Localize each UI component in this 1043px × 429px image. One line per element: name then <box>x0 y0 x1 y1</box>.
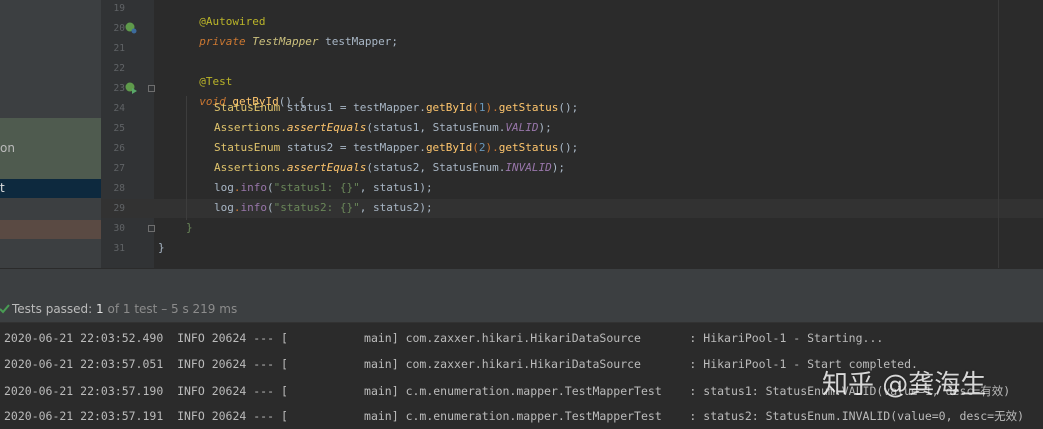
sidebar-item-label: on <box>0 141 15 155</box>
code-line-29: log.info("status2: {}", status2); <box>214 201 433 215</box>
line-number: 30 <box>113 223 125 234</box>
indent-guide <box>186 96 187 220</box>
run-test-icon[interactable] <box>125 82 137 94</box>
method-call: assertEquals <box>286 121 367 134</box>
sidebar-highlight-band <box>0 118 101 179</box>
method-call: getStatus <box>498 141 559 154</box>
variable: log <box>214 201 234 214</box>
type-name: StatusEnum <box>214 101 281 114</box>
zhihu-watermark: 知乎 @龚海生 <box>822 370 987 400</box>
type-name: TestMapper <box>252 35 319 48</box>
method-call: getById <box>425 141 473 154</box>
class-name: Assertions. <box>214 121 287 134</box>
punctuation: ); <box>538 121 552 134</box>
closing-brace: } <box>186 221 193 234</box>
class-name: Assertions. <box>214 161 287 174</box>
tests-passed-text: Tests passed: 1 of 1 test – 5 s 219 ms <box>12 302 237 316</box>
punctuation: . <box>233 201 241 214</box>
sidebar-row[interactable] <box>0 220 101 239</box>
punctuation: ( <box>472 101 479 114</box>
enum-constant: INVALID <box>505 161 552 174</box>
console-line: 2020-06-21 22:03:52.490 INFO 20624 --- [… <box>4 331 884 345</box>
code-text: status2 = testMapper. <box>280 141 426 154</box>
punctuation: ( <box>472 141 479 154</box>
punctuation: . <box>233 181 241 194</box>
code-text: , status2); <box>359 201 433 214</box>
code-text: , status1); <box>359 181 433 194</box>
fold-collapse-icon[interactable] <box>148 85 155 92</box>
test-status-bar: Tests passed: 1 of 1 test – 5 s 219 ms <box>0 296 1043 323</box>
code-line-24: StatusEnum status1 = testMapper.getById(… <box>214 101 578 115</box>
code-line-25: Assertions.assertEquals(status1, StatusE… <box>214 121 552 135</box>
punctuation: (); <box>558 141 579 154</box>
run-toolwindow-header <box>0 268 1043 296</box>
punctuation: ( <box>267 181 274 194</box>
variable: log <box>214 181 234 194</box>
method-call: info <box>240 201 268 214</box>
code-text: (status1, StatusEnum. <box>366 121 506 134</box>
line-number: 24 <box>113 103 125 114</box>
sidebar-selected-label: t <box>0 181 5 195</box>
tests-passed-label: Tests passed: <box>12 302 93 316</box>
type-name: StatusEnum <box>214 141 281 154</box>
check-icon <box>0 304 10 314</box>
method-call: assertEquals <box>286 161 367 174</box>
code-line-31: } <box>158 241 165 255</box>
line-number: 26 <box>113 143 125 154</box>
punctuation: ); <box>551 161 566 174</box>
line-number: 31 <box>113 243 125 254</box>
code-line-28: log.info("status1: {}", status1); <box>214 181 433 195</box>
spring-bean-icon[interactable] <box>125 22 137 34</box>
number-literal: 1 <box>478 101 486 114</box>
line-number: 19 <box>113 3 125 14</box>
method-call: getStatus <box>498 101 559 114</box>
closing-brace: } <box>158 241 165 254</box>
method-call: getById <box>425 101 473 114</box>
code-line-27: Assertions.assertEquals(status2, StatusE… <box>214 161 565 175</box>
code-text: (status2, StatusEnum. <box>366 161 506 174</box>
right-margin-guide <box>998 0 999 268</box>
fold-collapse-icon[interactable] <box>148 225 155 232</box>
punctuation: ). <box>485 101 499 114</box>
line-number: 29 <box>113 203 125 214</box>
console-line: 2020-06-21 22:03:57.051 INFO 20624 --- [… <box>4 357 918 371</box>
variable: testMapper; <box>325 35 398 48</box>
code-line-20: private TestMapper testMapper; <box>186 21 398 49</box>
line-number: 23 <box>113 83 125 94</box>
line-number: 27 <box>113 163 125 174</box>
tests-detail: of 1 test – 5 s 219 ms <box>107 302 238 316</box>
line-number: 21 <box>113 43 125 54</box>
punctuation: (); <box>558 101 579 114</box>
line-number: 22 <box>113 63 125 74</box>
line-number: 25 <box>113 123 125 134</box>
code-text: status1 = testMapper. <box>280 101 426 114</box>
sidebar-selected-row[interactable] <box>0 179 101 198</box>
code-line-26: StatusEnum status2 = testMapper.getById(… <box>214 141 578 155</box>
keyword: private <box>199 35 246 48</box>
console-line: 2020-06-21 22:03:57.191 INFO 20624 --- [… <box>4 409 1024 423</box>
line-number: 28 <box>113 183 125 194</box>
project-sidebar: on t <box>0 0 101 268</box>
method-call: info <box>240 181 268 194</box>
string-literal: "status2: {}" <box>273 201 360 214</box>
tests-passed-count: 1 <box>96 302 104 316</box>
number-literal: 2 <box>478 141 486 154</box>
enum-constant: VALID <box>505 121 539 134</box>
punctuation: ). <box>485 141 499 154</box>
code-line-30: } <box>186 221 193 235</box>
string-literal: "status1: {}" <box>273 181 360 194</box>
line-number: 20 <box>113 23 125 34</box>
punctuation: ( <box>267 201 274 214</box>
